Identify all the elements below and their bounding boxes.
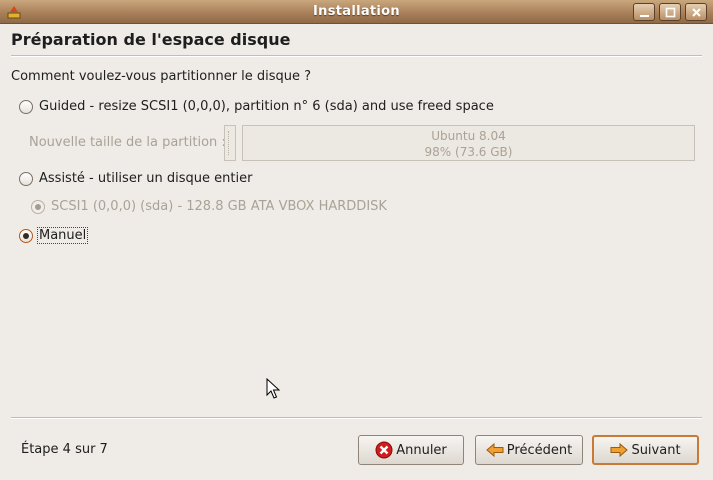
guided-resize-radio[interactable]: [19, 99, 33, 114]
use-entire-disk-option[interactable]: Assisté - utiliser un disque entier: [19, 171, 252, 186]
close-window-button[interactable]: [685, 3, 707, 21]
new-size-label: Nouvelle taille de la partition :: [29, 135, 226, 150]
use-entire-disk-radio[interactable]: [19, 171, 33, 186]
cancel-icon: [375, 441, 393, 459]
back-button-label: Précédent: [506, 442, 573, 458]
next-button[interactable]: Suivant: [592, 435, 699, 465]
maximize-icon: [665, 7, 676, 18]
guided-resize-option[interactable]: Guided - resize SCSI1 (0,0,0), partition…: [19, 99, 494, 114]
cancel-button[interactable]: Annuler: [358, 435, 464, 465]
mouse-pointer-icon: [266, 378, 280, 399]
use-entire-disk-label[interactable]: Assisté - utiliser un disque entier: [39, 171, 252, 186]
disk-select-option: SCSI1 (0,0,0) (sda) - 128.8 GB ATA VBOX …: [31, 199, 387, 214]
partition-size: 98% (73.6 GB): [424, 145, 513, 159]
manual-radio[interactable]: [19, 228, 33, 243]
window-titlebar[interactable]: Installation: [0, 0, 713, 24]
disk-select-label: SCSI1 (0,0,0) (sda) - 128.8 GB ATA VBOX …: [51, 199, 387, 214]
minimize-button[interactable]: [633, 3, 655, 21]
step-indicator: Étape 4 sur 7: [21, 442, 108, 457]
arrow-left-icon: [486, 442, 504, 458]
minimize-icon: [640, 15, 649, 17]
partition-name: Ubuntu 8.04: [431, 129, 506, 143]
partition-resize-handle: [224, 125, 236, 161]
manual-label[interactable]: Manuel: [37, 227, 89, 244]
page-title: Préparation de l'espace disque: [11, 30, 291, 49]
close-icon: [692, 8, 701, 17]
partition-size-bar: Ubuntu 8.04 98% (73.6 GB): [242, 125, 695, 161]
divider: [11, 55, 702, 57]
next-button-label: Suivant: [631, 442, 681, 458]
disk-select-radio: [31, 199, 45, 214]
back-button[interactable]: Précédent: [475, 435, 583, 465]
partition-question: Comment voulez-vous partitionner le disq…: [11, 69, 312, 84]
cancel-button-label: Annuler: [396, 442, 447, 458]
window-title: Installation: [313, 4, 400, 19]
arrow-right-icon: [610, 442, 629, 458]
maximize-button[interactable]: [659, 3, 681, 21]
divider: [11, 417, 702, 419]
manual-option[interactable]: Manuel: [19, 227, 89, 244]
guided-resize-label[interactable]: Guided - resize SCSI1 (0,0,0), partition…: [39, 99, 494, 114]
